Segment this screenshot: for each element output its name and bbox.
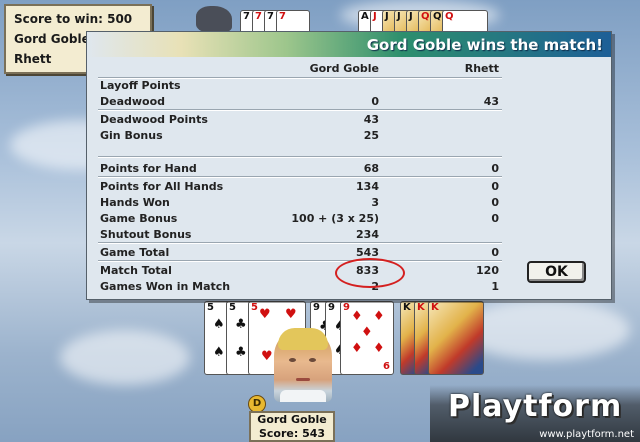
avatar-eye bbox=[309, 358, 316, 362]
divider bbox=[98, 109, 502, 111]
dialog-title: Gord Goble wins the match! bbox=[366, 36, 603, 54]
player1-value: 43 bbox=[363, 113, 379, 126]
row-label: Points for Hand bbox=[100, 162, 197, 175]
cloud bbox=[60, 330, 190, 385]
player1-value: 0 bbox=[371, 95, 379, 108]
row-label: Game Bonus bbox=[100, 212, 178, 225]
row-label: Points for All Hands bbox=[100, 180, 224, 193]
player1-value: 25 bbox=[363, 129, 379, 142]
player1-value: 100 + (3 x 25) bbox=[291, 212, 379, 225]
divider bbox=[98, 176, 502, 178]
player-nameplate: Gord Goble Score: 543 bbox=[249, 411, 335, 442]
card[interactable]: K bbox=[428, 301, 484, 375]
avatar-mouth bbox=[296, 378, 310, 381]
cloud bbox=[460, 300, 630, 360]
player-avatar bbox=[274, 328, 332, 402]
player1-value: 3 bbox=[371, 196, 379, 209]
row-label: Match Total bbox=[100, 264, 172, 277]
player-score: Score: 543 bbox=[258, 427, 326, 440]
player-name: Gord Goble bbox=[257, 413, 327, 426]
player2-value: 0 bbox=[491, 246, 499, 259]
player1-name: Gord Goble bbox=[14, 32, 90, 46]
opponent-avatar bbox=[196, 6, 232, 32]
player1-value: 234 bbox=[356, 228, 379, 241]
player2-value: 0 bbox=[491, 180, 499, 193]
player2-value: 1 bbox=[491, 280, 499, 293]
player2-value: 43 bbox=[483, 95, 499, 108]
row-label: Games Won in Match bbox=[100, 280, 231, 293]
column-header-player2: Rhett bbox=[464, 62, 499, 75]
row-label: Game Total bbox=[100, 246, 170, 259]
column-header-player1: Gord Goble bbox=[309, 62, 379, 75]
card[interactable]: 9 ♦ ♦ ♦ ♦ ♦ 6 bbox=[340, 301, 394, 375]
ok-button[interactable]: OK bbox=[527, 261, 586, 283]
player2-value: 0 bbox=[491, 212, 499, 225]
watermark: Playtform www.playtform.net bbox=[430, 385, 640, 442]
row-label: Hands Won bbox=[100, 196, 170, 209]
player1-value: 134 bbox=[356, 180, 379, 193]
divider bbox=[98, 242, 502, 244]
watermark-url: www.playtform.net bbox=[539, 429, 634, 440]
divider bbox=[98, 260, 502, 262]
row-label: Deadwood bbox=[100, 95, 166, 108]
watermark-logo: Playtform bbox=[448, 389, 623, 424]
player1-value: 68 bbox=[363, 162, 379, 175]
score-to-win-label: Score to win: 500 bbox=[14, 12, 133, 26]
avatar-hair bbox=[278, 328, 328, 350]
player2-value: 120 bbox=[476, 264, 499, 277]
match-results-dialog: Gord Goble wins the match! Gord Goble Rh… bbox=[86, 31, 612, 300]
avatar-shirt bbox=[280, 390, 326, 402]
row-label: Layoff Points bbox=[100, 79, 181, 92]
player2-value: 0 bbox=[491, 196, 499, 209]
player2-name: Rhett bbox=[14, 52, 52, 66]
avatar-eye bbox=[289, 358, 296, 362]
dialog-header: Gord Goble wins the match! bbox=[87, 32, 611, 57]
row-label: Gin Bonus bbox=[100, 129, 163, 142]
player2-value: 0 bbox=[491, 162, 499, 175]
row-label: Shutout Bonus bbox=[100, 228, 192, 241]
match-total-highlight bbox=[335, 258, 405, 288]
divider bbox=[98, 156, 502, 158]
row-label: Deadwood Points bbox=[100, 113, 208, 126]
